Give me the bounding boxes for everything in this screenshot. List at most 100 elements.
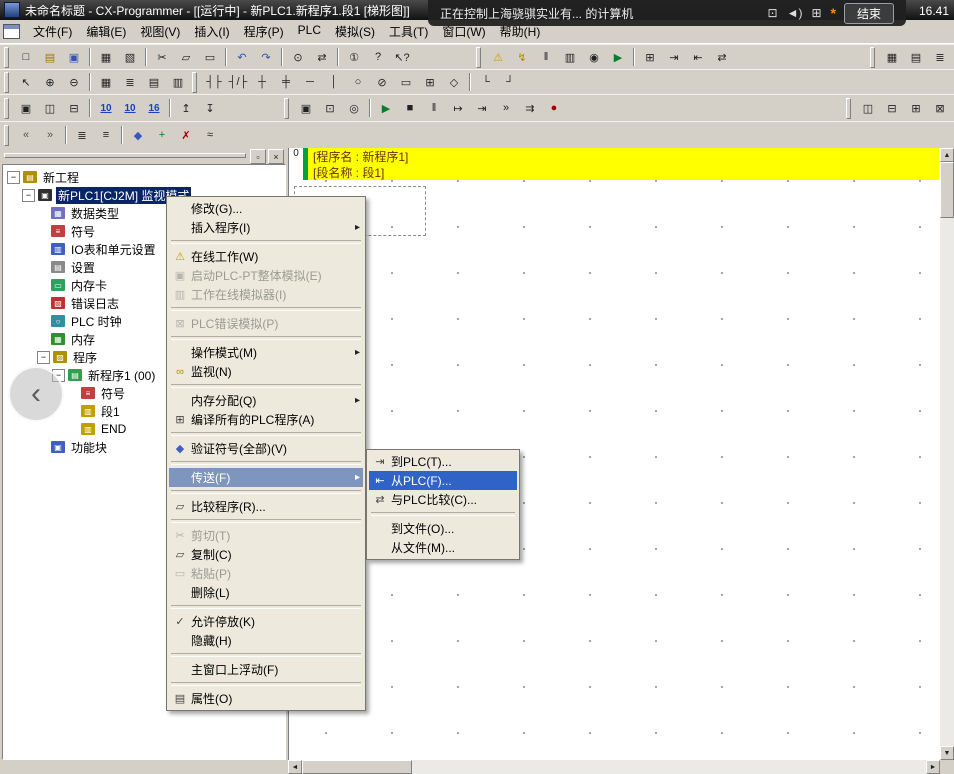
paste-icon[interactable]: ▭ — [198, 46, 222, 68]
receive-changes-icon[interactable]: ⇤ — [686, 46, 710, 68]
menu-item-from-file[interactable]: 从文件(M)... — [369, 538, 517, 557]
menu-item-copy[interactable]: ▱复制(C) — [169, 545, 363, 564]
online-edit-icon[interactable]: ⊞ — [638, 46, 662, 68]
menu-item[interactable]: 程序(P) — [237, 21, 291, 42]
scroll-left-icon[interactable]: ◄ — [288, 760, 302, 774]
menu-item-cut[interactable]: ✂剪切(T) — [169, 526, 363, 545]
dock-handle[interactable] — [4, 153, 246, 158]
menu-item-compile-all-programs[interactable]: ⊞编译所有的PLC程序(A) — [169, 410, 363, 429]
undo-icon[interactable]: ↶ — [230, 46, 254, 68]
menu-item-transfer[interactable]: 传送(F)▸ — [169, 468, 363, 487]
menu-item-start-plcpt-simulation[interactable]: ▣启动PLC-PT整体模拟(E) — [169, 266, 363, 285]
pause-icon[interactable]: ‖ — [422, 97, 446, 119]
menu-item-work-online-simulator[interactable]: ▥工作在线模拟器(I) — [169, 285, 363, 304]
cross-reference-icon[interactable]: ◆ — [126, 124, 150, 146]
menu-item-monitor[interactable]: ∞监视(N) — [169, 362, 363, 381]
function-block-icon[interactable]: ⊞ — [418, 71, 442, 93]
line-connect-icon[interactable]: └ — [474, 71, 498, 93]
horizontal-scrollbar[interactable]: ◄ ► — [288, 760, 940, 774]
sunflower-icon[interactable]: * — [831, 5, 836, 21]
menu-item-memory-allocation[interactable]: 内存分配(Q)▸ — [169, 391, 363, 410]
watch-window-icon[interactable]: ▥ — [166, 71, 190, 93]
zoom-in-icon[interactable]: ⊕ — [38, 71, 62, 93]
menu-item[interactable]: 模拟(S) — [328, 21, 382, 42]
fullscreen-icon[interactable]: ⊡ — [768, 6, 778, 20]
windows-icon[interactable]: ⊞ — [811, 6, 821, 20]
work-online-icon[interactable]: ⚠ — [486, 46, 510, 68]
comment-box-icon[interactable]: ◇ — [442, 71, 466, 93]
menu-item-from-plc[interactable]: ⇤从PLC(F)... — [369, 471, 517, 490]
pause-monitoring-icon[interactable]: ⊡ — [318, 97, 342, 119]
new-window-icon[interactable]: ▣ — [14, 97, 38, 119]
collapse-icon[interactable]: − — [7, 171, 20, 184]
menu-item[interactable]: 文件(F) — [26, 21, 79, 42]
instruction-icon[interactable]: ▭ — [394, 71, 418, 93]
menu-item[interactable]: 编辑(E) — [79, 21, 133, 42]
debug-mode-icon[interactable]: ◉ — [582, 46, 606, 68]
save-project-icon[interactable]: ▣ — [62, 46, 86, 68]
dock-pin-icon[interactable]: ▫ — [250, 149, 266, 164]
zoom-level-10-icon[interactable]: 10 — [94, 97, 118, 119]
show-comments-icon[interactable]: ≣ — [118, 71, 142, 93]
program-mode-icon[interactable]: ▥ — [558, 46, 582, 68]
compare-icon[interactable]: ⇄ — [710, 46, 734, 68]
closed-contact-or-icon[interactable]: ╪ — [274, 71, 298, 93]
vertical-scrollbar[interactable]: ▲ ▼ — [939, 148, 954, 760]
rung-annotation-icon[interactable]: ▤ — [142, 71, 166, 93]
wave-tool-icon[interactable]: ≈ — [198, 124, 222, 146]
close-icon[interactable]: × — [268, 149, 284, 164]
vertical-line-icon[interactable]: │ — [322, 71, 346, 93]
next-rung-icon[interactable]: ↧ — [198, 97, 222, 119]
align-list-icon[interactable]: ≣ — [70, 124, 94, 146]
open-project-icon[interactable]: ▤ — [38, 46, 62, 68]
find-icon[interactable]: ⊙ — [286, 46, 310, 68]
grid-toggle-icon[interactable]: ▦ — [94, 71, 118, 93]
menu-item-properties[interactable]: ▤属性(O) — [169, 689, 363, 708]
horizontal-scroll-thumb[interactable] — [302, 760, 412, 774]
collapse-icon[interactable]: − — [22, 189, 35, 202]
previous-rung-icon[interactable]: ↥ — [174, 97, 198, 119]
monitor-mode-icon[interactable]: ↯ — [510, 46, 534, 68]
split-horizontal-icon[interactable]: ⊟ — [880, 97, 904, 119]
scan-run-icon[interactable]: ⇉ — [518, 97, 542, 119]
menu-item-delete[interactable]: 删除(L) — [169, 583, 363, 602]
tree-node[interactable]: −▤新工程 — [3, 168, 285, 186]
step-into-icon[interactable]: ⇥ — [470, 97, 494, 119]
menu-item[interactable]: 插入(I) — [187, 21, 236, 42]
menu-item[interactable]: 视图(V) — [133, 21, 187, 42]
menu-item[interactable]: 工具(T) — [382, 21, 435, 42]
collapse-icon[interactable]: − — [37, 351, 50, 364]
open-contact-or-icon[interactable]: ┼ — [250, 71, 274, 93]
horizontal-line-icon[interactable]: ─ — [298, 71, 322, 93]
about-icon[interactable]: ① — [342, 46, 366, 68]
menu-item-allow-docking[interactable]: ✓允许停放(K) — [169, 612, 363, 631]
differential-monitor-icon[interactable]: ◎ — [342, 97, 366, 119]
closed-contact-icon[interactable]: ┤/├ — [226, 71, 250, 93]
split-window-icon[interactable]: ◫ — [856, 97, 880, 119]
vertical-scroll-thumb[interactable] — [940, 162, 954, 218]
menu-item-plc-error-simulation[interactable]: ⊠PLC错误模拟(P) — [169, 314, 363, 333]
grid-width-10-icon[interactable]: 10 — [118, 97, 142, 119]
menu-item-verify-symbols[interactable]: ◆验证符号(全部)(V) — [169, 439, 363, 458]
end-session-button[interactable]: 结束 — [844, 3, 894, 24]
stop-icon[interactable]: ■ — [398, 97, 422, 119]
menu-item-modify[interactable]: 修改(G)... — [169, 199, 363, 218]
break-point-icon[interactable]: ● — [542, 97, 566, 119]
new-document-icon[interactable]: □ — [14, 46, 38, 68]
run-icon[interactable]: ▶ — [374, 97, 398, 119]
scroll-right-icon[interactable]: ► — [926, 760, 940, 774]
menu-item-insert-program[interactable]: 插入程序(I)▸ — [169, 218, 363, 237]
symbol-table-icon[interactable]: ▤ — [904, 46, 928, 68]
cut-icon[interactable]: ✂ — [150, 46, 174, 68]
zoom-select-icon[interactable]: ↖ — [14, 71, 38, 93]
menu-item-compare-program[interactable]: ▱比较程序(R)... — [169, 497, 363, 516]
run-mode-icon[interactable]: ▶ — [606, 46, 630, 68]
back-navigation-overlay[interactable]: ‹ — [8, 366, 64, 422]
context-help-icon[interactable]: ↖? — [390, 46, 414, 68]
io-table-icon[interactable]: ▦ — [880, 46, 904, 68]
line-remove-icon[interactable]: ┘ — [498, 71, 522, 93]
print-icon[interactable]: ▦ — [94, 46, 118, 68]
zoom-out-icon[interactable]: ⊖ — [62, 71, 86, 93]
insert-row-icon[interactable]: + — [150, 124, 174, 146]
menu-item-compare-with-plc[interactable]: ⇄与PLC比较(C)... — [369, 490, 517, 509]
